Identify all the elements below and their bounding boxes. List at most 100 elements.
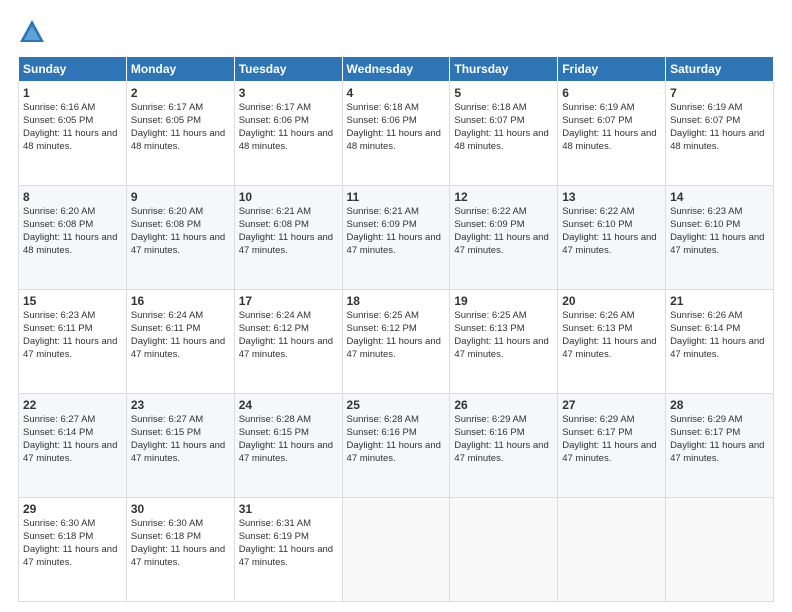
sunset-label: Sunset: 6:11 PM <box>23 323 93 334</box>
calendar-day-header: Monday <box>126 57 234 82</box>
sunrise-label: Sunrise: 6:27 AM <box>23 414 95 425</box>
daylight-label: Daylight: 11 hours and 47 minutes. <box>347 440 441 464</box>
calendar-cell: 1 Sunrise: 6:16 AM Sunset: 6:05 PM Dayli… <box>19 82 127 186</box>
day-number: 10 <box>239 189 338 205</box>
sunset-label: Sunset: 6:08 PM <box>131 219 201 230</box>
calendar-cell: 29 Sunrise: 6:30 AM Sunset: 6:18 PM Dayl… <box>19 498 127 602</box>
daylight-label: Daylight: 11 hours and 47 minutes. <box>239 544 333 568</box>
daylight-label: Daylight: 11 hours and 48 minutes. <box>347 128 441 152</box>
sunrise-label: Sunrise: 6:24 AM <box>131 310 203 321</box>
daylight-label: Daylight: 11 hours and 48 minutes. <box>131 128 225 152</box>
sunrise-label: Sunrise: 6:17 AM <box>131 102 203 113</box>
calendar-cell: 10 Sunrise: 6:21 AM Sunset: 6:08 PM Dayl… <box>234 186 342 290</box>
header <box>18 18 774 46</box>
sunrise-label: Sunrise: 6:28 AM <box>347 414 419 425</box>
calendar-week-row: 1 Sunrise: 6:16 AM Sunset: 6:05 PM Dayli… <box>19 82 774 186</box>
day-number: 29 <box>23 501 122 517</box>
sunrise-label: Sunrise: 6:26 AM <box>670 310 742 321</box>
calendar-cell: 17 Sunrise: 6:24 AM Sunset: 6:12 PM Dayl… <box>234 290 342 394</box>
day-number: 26 <box>454 397 553 413</box>
sunset-label: Sunset: 6:12 PM <box>239 323 309 334</box>
day-number: 30 <box>131 501 230 517</box>
calendar-cell: 12 Sunrise: 6:22 AM Sunset: 6:09 PM Dayl… <box>450 186 558 290</box>
sunset-label: Sunset: 6:06 PM <box>347 115 417 126</box>
sunrise-label: Sunrise: 6:27 AM <box>131 414 203 425</box>
sunset-label: Sunset: 6:16 PM <box>347 427 417 438</box>
calendar-cell: 15 Sunrise: 6:23 AM Sunset: 6:11 PM Dayl… <box>19 290 127 394</box>
daylight-label: Daylight: 11 hours and 47 minutes. <box>670 440 764 464</box>
calendar-day-header: Thursday <box>450 57 558 82</box>
daylight-label: Daylight: 11 hours and 47 minutes. <box>131 544 225 568</box>
day-number: 31 <box>239 501 338 517</box>
sunset-label: Sunset: 6:10 PM <box>670 219 740 230</box>
sunset-label: Sunset: 6:10 PM <box>562 219 632 230</box>
day-number: 11 <box>347 189 446 205</box>
sunset-label: Sunset: 6:17 PM <box>562 427 632 438</box>
day-number: 15 <box>23 293 122 309</box>
daylight-label: Daylight: 11 hours and 47 minutes. <box>562 440 656 464</box>
daylight-label: Daylight: 11 hours and 47 minutes. <box>23 336 117 360</box>
sunrise-label: Sunrise: 6:23 AM <box>670 206 742 217</box>
calendar-week-row: 29 Sunrise: 6:30 AM Sunset: 6:18 PM Dayl… <box>19 498 774 602</box>
calendar-cell: 2 Sunrise: 6:17 AM Sunset: 6:05 PM Dayli… <box>126 82 234 186</box>
calendar-cell: 13 Sunrise: 6:22 AM Sunset: 6:10 PM Dayl… <box>558 186 666 290</box>
day-number: 7 <box>670 85 769 101</box>
calendar-cell: 8 Sunrise: 6:20 AM Sunset: 6:08 PM Dayli… <box>19 186 127 290</box>
day-number: 16 <box>131 293 230 309</box>
day-number: 25 <box>347 397 446 413</box>
day-number: 20 <box>562 293 661 309</box>
day-number: 1 <box>23 85 122 101</box>
sunrise-label: Sunrise: 6:18 AM <box>347 102 419 113</box>
day-number: 13 <box>562 189 661 205</box>
calendar-cell: 7 Sunrise: 6:19 AM Sunset: 6:07 PM Dayli… <box>666 82 774 186</box>
sunrise-label: Sunrise: 6:18 AM <box>454 102 526 113</box>
calendar-cell: 31 Sunrise: 6:31 AM Sunset: 6:19 PM Dayl… <box>234 498 342 602</box>
sunset-label: Sunset: 6:07 PM <box>562 115 632 126</box>
day-number: 6 <box>562 85 661 101</box>
calendar-body: 1 Sunrise: 6:16 AM Sunset: 6:05 PM Dayli… <box>19 82 774 602</box>
day-number: 22 <box>23 397 122 413</box>
daylight-label: Daylight: 11 hours and 47 minutes. <box>131 336 225 360</box>
sunset-label: Sunset: 6:15 PM <box>131 427 201 438</box>
daylight-label: Daylight: 11 hours and 47 minutes. <box>23 440 117 464</box>
day-number: 27 <box>562 397 661 413</box>
calendar-cell <box>450 498 558 602</box>
calendar-day-header: Sunday <box>19 57 127 82</box>
day-number: 28 <box>670 397 769 413</box>
calendar-cell <box>342 498 450 602</box>
calendar-week-row: 15 Sunrise: 6:23 AM Sunset: 6:11 PM Dayl… <box>19 290 774 394</box>
calendar-cell: 19 Sunrise: 6:25 AM Sunset: 6:13 PM Dayl… <box>450 290 558 394</box>
day-number: 12 <box>454 189 553 205</box>
day-number: 9 <box>131 189 230 205</box>
sunrise-label: Sunrise: 6:29 AM <box>670 414 742 425</box>
sunrise-label: Sunrise: 6:23 AM <box>23 310 95 321</box>
sunrise-label: Sunrise: 6:19 AM <box>562 102 634 113</box>
logo <box>18 18 50 46</box>
daylight-label: Daylight: 11 hours and 48 minutes. <box>670 128 764 152</box>
sunrise-label: Sunrise: 6:17 AM <box>239 102 311 113</box>
sunrise-label: Sunrise: 6:21 AM <box>347 206 419 217</box>
daylight-label: Daylight: 11 hours and 47 minutes. <box>670 232 764 256</box>
sunrise-label: Sunrise: 6:25 AM <box>454 310 526 321</box>
daylight-label: Daylight: 11 hours and 47 minutes. <box>347 336 441 360</box>
day-number: 19 <box>454 293 553 309</box>
sunset-label: Sunset: 6:15 PM <box>239 427 309 438</box>
daylight-label: Daylight: 11 hours and 47 minutes. <box>562 232 656 256</box>
daylight-label: Daylight: 11 hours and 47 minutes. <box>454 232 548 256</box>
sunset-label: Sunset: 6:18 PM <box>131 531 201 542</box>
day-number: 14 <box>670 189 769 205</box>
calendar-cell: 4 Sunrise: 6:18 AM Sunset: 6:06 PM Dayli… <box>342 82 450 186</box>
daylight-label: Daylight: 11 hours and 47 minutes. <box>239 336 333 360</box>
sunrise-label: Sunrise: 6:20 AM <box>131 206 203 217</box>
calendar-cell: 26 Sunrise: 6:29 AM Sunset: 6:16 PM Dayl… <box>450 394 558 498</box>
day-number: 18 <box>347 293 446 309</box>
day-number: 2 <box>131 85 230 101</box>
sunset-label: Sunset: 6:13 PM <box>454 323 524 334</box>
calendar-cell <box>666 498 774 602</box>
calendar-cell: 18 Sunrise: 6:25 AM Sunset: 6:12 PM Dayl… <box>342 290 450 394</box>
calendar-cell: 6 Sunrise: 6:19 AM Sunset: 6:07 PM Dayli… <box>558 82 666 186</box>
sunset-label: Sunset: 6:13 PM <box>562 323 632 334</box>
daylight-label: Daylight: 11 hours and 48 minutes. <box>239 128 333 152</box>
sunrise-label: Sunrise: 6:30 AM <box>131 518 203 529</box>
sunset-label: Sunset: 6:06 PM <box>239 115 309 126</box>
